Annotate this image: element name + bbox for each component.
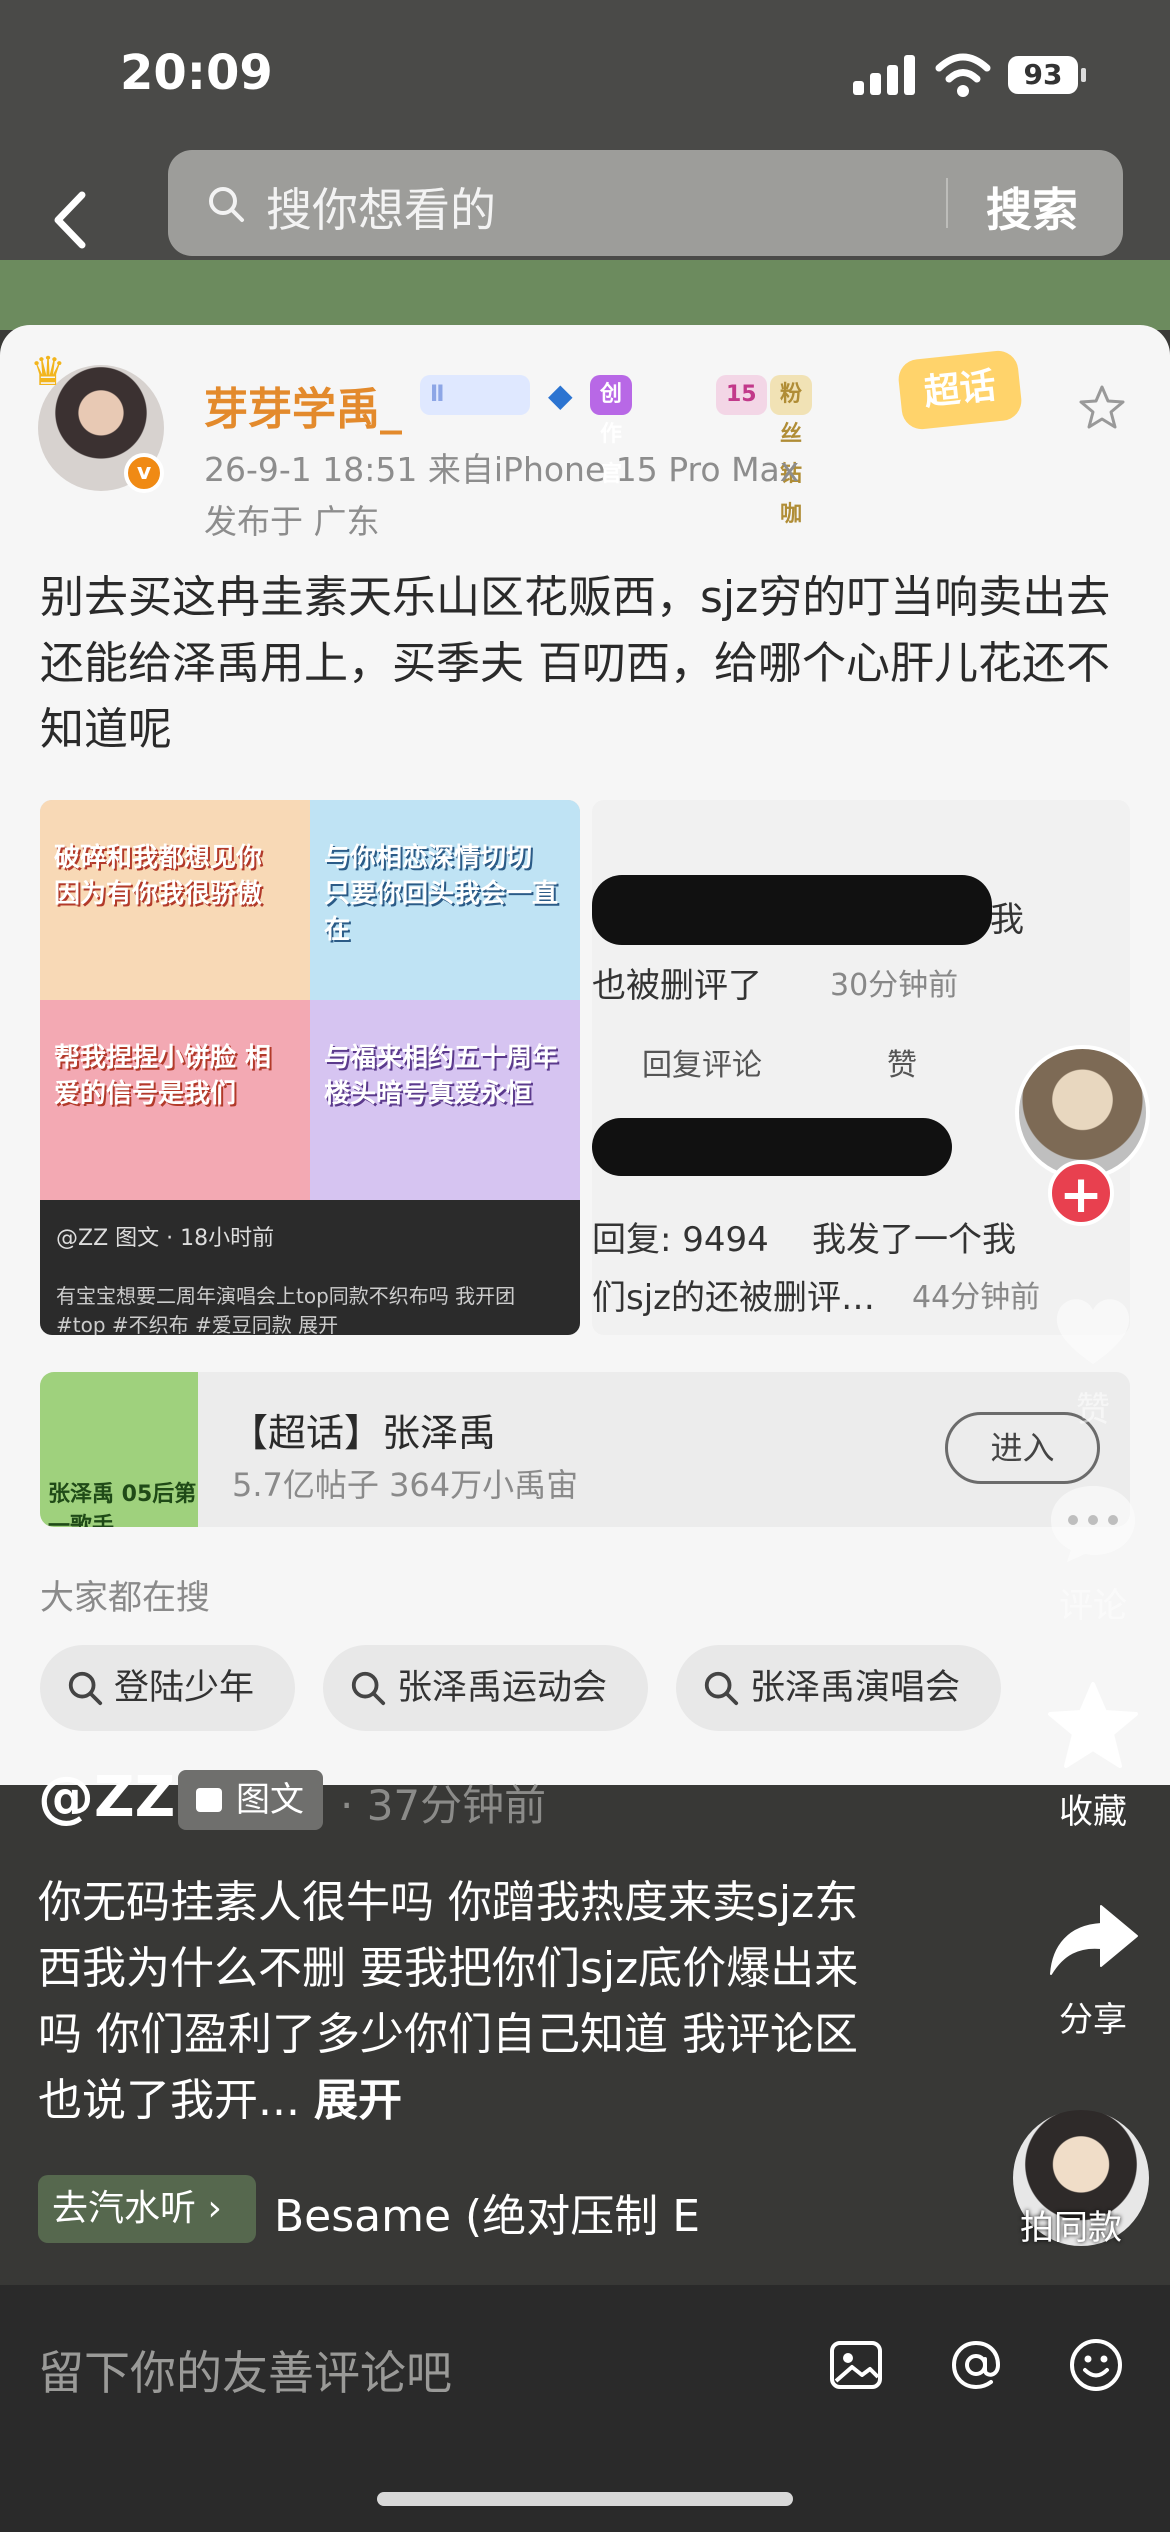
comment-label: 评论 [1059, 1586, 1127, 1626]
music-open-button[interactable]: 去汽水听 › [38, 2175, 256, 2243]
search-button[interactable]: 搜索 [986, 174, 1078, 240]
shot-time: 30分钟前 [830, 968, 959, 1003]
chip-label: 张泽禹运动会 [397, 1668, 608, 1708]
image-icon[interactable] [826, 2335, 886, 2395]
search-icon [351, 1671, 386, 1706]
follow-plus-icon[interactable]: + [1048, 1160, 1114, 1226]
like-action[interactable]: 赞 [1018, 1290, 1168, 1431]
post-card: ♛ v 芽芽学禹_ Ⅱ ◆ 创作官 15 粉丝钻咖 超话 26-9-1 18:5… [0, 325, 1170, 1785]
topic-card[interactable]: 张泽禹 05后第一歌手 【超话】张泽禹 5.7亿帖子 364万小禹宙 进入 [40, 1372, 1130, 1527]
like-label: 赞 [1076, 1390, 1110, 1430]
topic-stats: 5.7亿帖子 364万小禹宙 [232, 1466, 579, 1504]
search-hint-label: 大家都在搜 [40, 1578, 210, 1618]
creator-badge: 创作官 [590, 375, 633, 487]
grid-caption: 破碎和我都想见你 因为有你我很骄傲 [54, 843, 263, 909]
comment-action[interactable]: 评论 [1018, 1480, 1168, 1627]
feed-time: · 37分钟前 [340, 1781, 547, 1830]
post-username[interactable]: 芽芽学禹_ [204, 373, 402, 437]
wifi-icon [935, 53, 991, 97]
grid-footer-meta: @ZZ 图文 · 18小时前 [56, 1226, 275, 1251]
share-arrow-icon [1050, 1905, 1138, 1975]
post-type-badge: 图文 [178, 1770, 323, 1830]
battery-indicator: 93 [1008, 56, 1086, 94]
feed-description-text: 你无码挂素人很牛吗 你蹭我热度来卖sjz东西我为什么不删 要我把你们sjz底价爆… [38, 1877, 859, 2126]
search-chip[interactable]: 登陆少年 [40, 1645, 295, 1731]
search-icon [68, 1671, 103, 1706]
verified-badge-icon: v [124, 453, 164, 493]
comment-icon [1051, 1486, 1135, 1562]
shot-text: 也被删评了 [592, 966, 762, 1006]
star-outline-icon[interactable] [1078, 383, 1126, 431]
level-badge: 15 [716, 375, 767, 415]
star-icon [1048, 1682, 1138, 1768]
share-action[interactable]: 分享 [1018, 1900, 1168, 2041]
shot-reply: 回复评论 [642, 1048, 762, 1083]
post-text: 别去买这冉圭素天乐山区花贩西，sjz穷的叮当响卖出去还能给泽禹用上，买季夫 百叨… [40, 572, 1111, 755]
shot-text: 回复: 9494 [592, 1220, 769, 1260]
redaction-bar [592, 875, 992, 945]
background-strip [0, 260, 1170, 330]
favorite-action[interactable]: 收藏 [1018, 1680, 1168, 1833]
grid-cell: 与你相恋深情切切 只要你回头我会一直在 [310, 800, 580, 1000]
crown-icon: ♛ [30, 349, 66, 395]
post-image-grid[interactable]: 破碎和我都想见你 因为有你我很骄傲 与你相恋深情切切 只要你回头我会一直在 帮我… [40, 800, 580, 1335]
grid-caption: 帮我捏捏小饼脸 相爱的信号是我们 [54, 1043, 272, 1109]
signal-icon [853, 55, 915, 95]
search-chip[interactable]: 张泽禹演唱会 [676, 1645, 1001, 1731]
search-icon [704, 1671, 739, 1706]
music-title[interactable]: Besame (绝对压制 E [274, 2180, 724, 2244]
mention-icon[interactable] [946, 2335, 1006, 2395]
grid-caption: 与福来相约五十周年 楼头暗号真爱永恒 [324, 1043, 559, 1109]
heart-icon [1056, 1299, 1130, 1364]
status-time: 20:09 [120, 45, 273, 101]
post-type-label: 图文 [236, 1780, 304, 1820]
status-bar: 20:09 93 [0, 0, 1170, 150]
grid-caption: 与你相恋深情切切 只要你回头我会一直在 [324, 843, 559, 945]
level-badge-icon: Ⅱ [420, 375, 530, 415]
topic-title: 【超话】张泽禹 [230, 1411, 497, 1455]
grid-cell: 与福来相约五十周年 楼头暗号真爱永恒 [310, 1000, 580, 1200]
image-text-icon [196, 1788, 222, 1812]
fish-badge-icon: ◆ [548, 376, 573, 414]
home-indicator[interactable] [377, 2492, 793, 2506]
emoji-icon[interactable] [1066, 2335, 1126, 2395]
topic-thumbnail: 张泽禹 05后第一歌手 [40, 1372, 198, 1527]
grid-cell: 破碎和我都想见你 因为有你我很骄傲 [40, 800, 310, 1000]
chip-label: 张泽禹演唱会 [750, 1668, 961, 1708]
shot-text: 们sjz的还被删评… [592, 1278, 876, 1318]
expand-link[interactable]: 展开 [314, 2075, 402, 2126]
search-placeholder: 搜你想看的 [266, 183, 496, 237]
grid-cell: 帮我捏捏小饼脸 相爱的信号是我们 [40, 1000, 310, 1200]
fan-badge: 粉丝钻咖 [770, 375, 813, 527]
favorite-label: 收藏 [1059, 1792, 1127, 1832]
post-datetime-source: 26-9-1 18:51 来自iPhone 15 Pro Max [204, 450, 800, 489]
chaohua-badge[interactable]: 超话 [896, 348, 1024, 432]
author-avatar[interactable]: ♛ v [30, 349, 164, 493]
chip-label: 登陆少年 [114, 1668, 255, 1708]
search-icon [209, 187, 244, 222]
comment-input[interactable]: 留下你的友善评论吧 [38, 2337, 452, 2403]
post-location: 发布于 广东 [204, 502, 380, 541]
shot-text: 我发了一个我 [812, 1220, 1016, 1260]
search-input[interactable]: 搜你想看的 搜索 [168, 150, 1123, 256]
grid-footer-text: 有宝宝想要二周年演唱会上top同款不织布吗 我开团 #top #不织布 #爱豆同… [56, 1284, 516, 1335]
back-arrow-icon[interactable] [40, 170, 100, 270]
feed-description: 你无码挂素人很牛吗 你蹭我热度来卖sjz东西我为什么不删 要我把你们sjz底价爆… [38, 1870, 878, 2134]
shot-text: 我 [990, 900, 1024, 940]
feed-author[interactable]: @ZZ [38, 1765, 175, 1830]
grid-footer: @ZZ 图文 · 18小时前 有宝宝想要二周年演唱会上top同款不织布吗 我开团… [40, 1200, 580, 1335]
redaction-bar [592, 1118, 952, 1176]
shot-like: 赞 [887, 1048, 917, 1083]
same-style-label[interactable]: 拍同款 [1020, 2200, 1122, 2249]
share-label: 分享 [1059, 2000, 1127, 2040]
search-chip[interactable]: 张泽禹运动会 [323, 1645, 648, 1731]
topic-thumb-label: 张泽禹 05后第一歌手 [48, 1482, 197, 1527]
search-divider [946, 178, 948, 228]
